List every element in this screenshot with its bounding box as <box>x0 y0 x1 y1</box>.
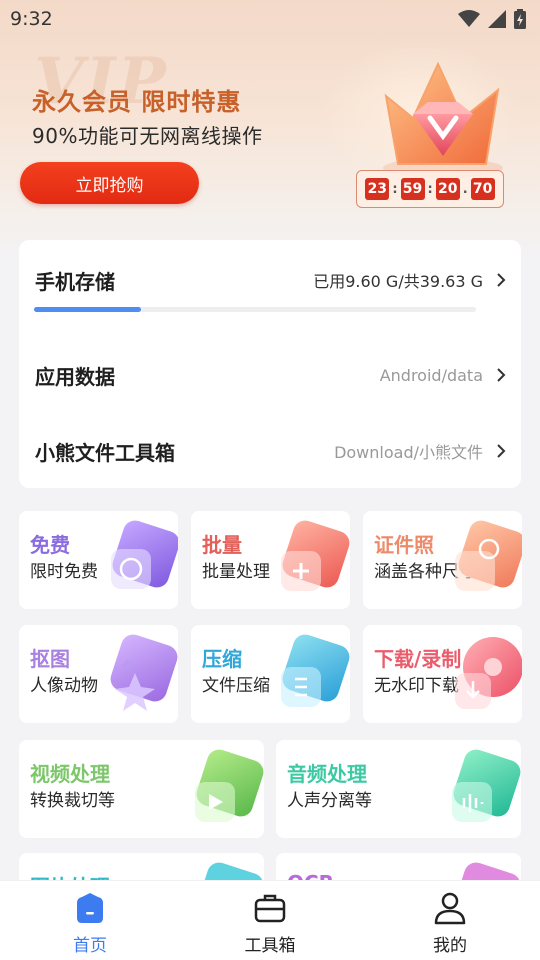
gift-icon <box>111 520 178 589</box>
tile-subtitle: 人像动物 <box>30 676 98 696</box>
chevron-right-icon <box>497 273 506 287</box>
app-data-row[interactable]: 应用数据 Android/data <box>19 355 521 395</box>
status-time: 9:32 <box>10 8 53 30</box>
tile-subtitle: 批量处理 <box>202 562 270 582</box>
status-icons <box>458 9 526 29</box>
countdown-hours: 23 <box>365 178 390 200</box>
storage-progress-fill <box>34 307 141 312</box>
storage-card: 手机存储 已用9.60 G/共39.63 G 应用数据 Android/data… <box>19 240 521 488</box>
wifi-icon <box>458 10 480 27</box>
nav-profile[interactable]: 我的 <box>360 881 540 960</box>
tile-batch[interactable]: 批量 批量处理 <box>191 511 350 609</box>
video-icon <box>195 749 264 822</box>
phone-storage-label: 手机存储 <box>35 269 115 294</box>
storage-progress-bar <box>34 307 476 312</box>
download-icon <box>455 637 522 709</box>
tile-subtitle: 转换裁切等 <box>30 791 115 811</box>
tile-title: 视频处理 <box>30 762 110 786</box>
vip-banner[interactable]: VIP 9:32 永久会员 限时特惠 90%功能可无网离线操作 立即抢购 23 … <box>0 0 540 262</box>
tile-subtitle: 限时免费 <box>30 562 98 582</box>
promo-title: 永久会员 限时特惠 <box>32 88 242 116</box>
toolbox-icon <box>254 894 286 923</box>
battery-icon <box>514 9 526 29</box>
tile-title: 音频处理 <box>287 762 367 786</box>
tile-title: 证件照 <box>374 533 434 557</box>
promo-subtitle: 90%功能可无网离线操作 <box>32 124 263 148</box>
id-photo-icon <box>455 520 522 591</box>
vip-crown-icon <box>383 61 503 178</box>
app-data-label: 应用数据 <box>35 364 115 389</box>
tile-title: 免费 <box>30 533 70 557</box>
countdown-separator: . <box>462 181 468 197</box>
batch-icon <box>281 520 350 591</box>
tile-video[interactable]: 视频处理 转换裁切等 <box>19 740 264 838</box>
chevron-right-icon <box>497 444 506 458</box>
toolbox-folder-row[interactable]: 小熊文件工具箱 Download/小熊文件 <box>19 431 521 471</box>
bottom-nav: 首页 工具箱 我的 <box>0 880 540 960</box>
audio-icon <box>452 749 521 822</box>
tile-free[interactable]: 免费 限时免费 <box>19 511 178 609</box>
tile-cutout[interactable]: 抠图 人像动物 <box>19 625 178 723</box>
app-data-path: Android/data <box>379 365 483 385</box>
status-bar: 9:32 <box>0 0 540 38</box>
countdown-seconds: 20 <box>435 178 460 200</box>
buy-now-button[interactable]: 立即抢购 <box>20 162 199 204</box>
phone-storage-usage: 已用9.60 G/共39.63 G <box>313 272 483 291</box>
nav-toolbox[interactable]: 工具箱 <box>180 881 360 960</box>
tile-title: 抠图 <box>30 647 70 671</box>
nav-toolbox-label: 工具箱 <box>244 936 296 956</box>
countdown-separator: : <box>392 181 398 197</box>
tile-subtitle: 无水印下载 <box>374 676 459 696</box>
tile-subtitle: 人声分离等 <box>287 791 372 811</box>
signal-icon <box>488 10 506 28</box>
countdown-centiseconds: 70 <box>470 178 495 200</box>
nav-home[interactable]: 首页 <box>0 881 180 960</box>
tile-subtitle: 文件压缩 <box>202 676 270 696</box>
countdown-timer: 23 : 59 : 20 . 70 <box>356 170 504 208</box>
compress-icon <box>281 634 350 707</box>
countdown-separator: : <box>427 181 433 197</box>
toolbox-folder-label: 小熊文件工具箱 <box>35 440 175 465</box>
tile-audio[interactable]: 音频处理 人声分离等 <box>276 740 521 838</box>
tile-title: 批量 <box>202 533 242 557</box>
tile-compress[interactable]: 压缩 文件压缩 <box>191 625 350 723</box>
nav-profile-label: 我的 <box>433 936 467 956</box>
tile-download[interactable]: 下载/录制 无水印下载 <box>363 625 522 723</box>
countdown-minutes: 59 <box>400 178 425 200</box>
cutout-icon <box>110 634 178 711</box>
profile-icon <box>434 892 466 925</box>
home-icon <box>77 893 103 923</box>
tile-id-photo[interactable]: 证件照 涵盖各种尺寸 <box>363 511 522 609</box>
nav-home-label: 首页 <box>73 936 107 956</box>
toolbox-folder-path: Download/小熊文件 <box>334 443 483 462</box>
phone-storage-row[interactable]: 手机存储 已用9.60 G/共39.63 G <box>19 260 521 300</box>
chevron-right-icon <box>497 368 506 382</box>
tile-title: 压缩 <box>202 647 242 671</box>
